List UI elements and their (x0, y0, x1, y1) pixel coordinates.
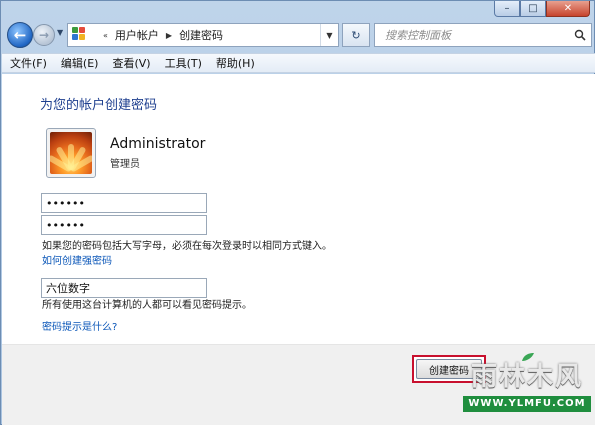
menu-edit[interactable]: 编辑(E) (61, 55, 99, 71)
hint-visibility-note: 所有使用这台计算机的人都可以看见密码提示。 (42, 300, 252, 311)
user-name: Administrator (110, 136, 206, 152)
confirm-password-field[interactable] (41, 215, 207, 235)
menu-file[interactable]: 文件(F) (10, 55, 47, 71)
caption-buttons: – □ ✕ (494, 1, 590, 17)
case-sensitivity-note: 如果您的密码包括大写字母，必须在每次登录时以相同方式键入。 (42, 241, 332, 252)
minimize-button[interactable]: – (494, 1, 520, 17)
menu-view[interactable]: 查看(V) (112, 55, 150, 71)
address-dropdown-icon[interactable]: ▼ (320, 24, 338, 46)
navigation-bar: ← → ▼ « 用户帐户 ▶ 创建密码 ▼ ↻ (1, 19, 595, 51)
breadcrumb-create-password[interactable]: 创建密码 (179, 27, 223, 43)
forward-arrow-icon[interactable]: → (33, 24, 55, 46)
breadcrumb-overflow-icon[interactable]: « (103, 31, 108, 40)
control-panel-icon (72, 27, 90, 43)
menu-bar: 文件(F) 编辑(E) 查看(V) 工具(T) 帮助(H) (2, 53, 595, 73)
close-button[interactable]: ✕ (546, 1, 590, 17)
recent-pages-dropdown-icon[interactable]: ▼ (57, 28, 63, 37)
maximize-button[interactable]: □ (520, 1, 546, 17)
new-password-field[interactable] (41, 193, 207, 213)
search-icon[interactable] (569, 24, 591, 46)
breadcrumb-separator-icon[interactable]: ▶ (166, 31, 172, 40)
breadcrumb: « 用户帐户 ▶ 创建密码 (96, 27, 223, 43)
password-hint-link[interactable]: 密码提示是什么? (42, 318, 117, 333)
search-input[interactable] (385, 25, 569, 45)
watermark-url: WWW.YLMFU.COM (463, 396, 591, 412)
avatar (46, 128, 96, 178)
window-frame: – □ ✕ ← → ▼ « 用户帐户 ▶ 创建密码 ▼ ↻ 搜索控制面板 文件(… (0, 0, 595, 425)
refresh-button[interactable]: ↻ (342, 23, 370, 47)
watermark: 雨林木风 WWW.YLMFU.COM (463, 350, 591, 420)
breadcrumb-user-accounts[interactable]: 用户帐户 (115, 27, 159, 43)
menu-help[interactable]: 帮助(H) (216, 55, 255, 71)
address-bar[interactable]: « 用户帐户 ▶ 创建密码 ▼ (67, 23, 339, 47)
watermark-logo: 雨林木风 (470, 361, 583, 392)
user-role: 管理员 (110, 159, 140, 170)
strong-password-link[interactable]: 如何创建强密码 (42, 252, 112, 267)
search-box[interactable] (374, 23, 592, 47)
back-arrow-icon[interactable]: ← (7, 22, 33, 48)
password-hint-field[interactable] (41, 278, 207, 298)
refresh-icon: ↻ (351, 28, 361, 42)
flower-picture-icon (50, 132, 92, 174)
menu-tools[interactable]: 工具(T) (165, 55, 202, 71)
page-title: 为您的帐户创建密码 (40, 98, 158, 113)
